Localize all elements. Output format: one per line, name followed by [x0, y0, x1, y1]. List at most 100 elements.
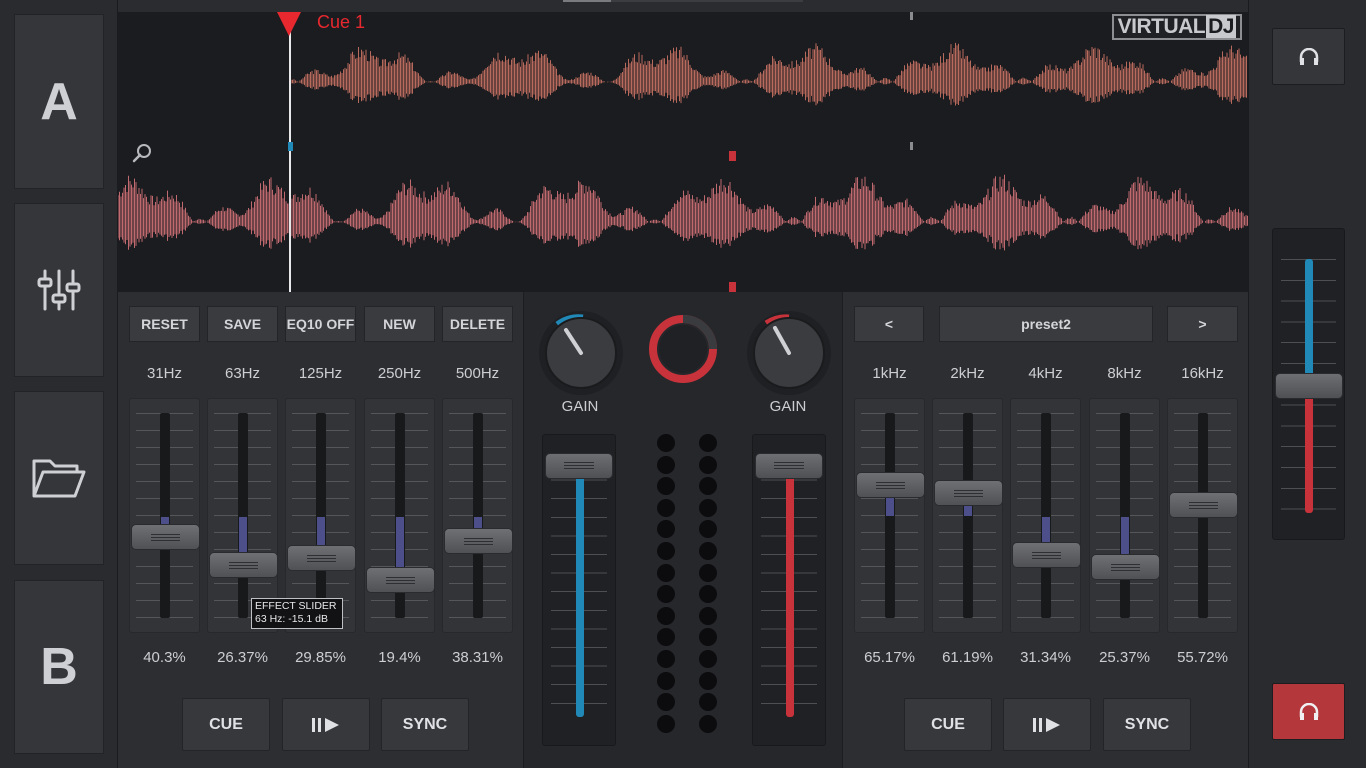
- vu-led: [699, 628, 717, 647]
- left-volume-fader[interactable]: [542, 434, 616, 746]
- vu-led: [657, 542, 675, 560]
- left-play-pause-button[interactable]: [282, 698, 370, 751]
- eq-eq10-off-button[interactable]: EQ10 OFF: [285, 306, 356, 342]
- slider-rail: [473, 413, 483, 618]
- cue-marker-icon[interactable]: [277, 12, 301, 36]
- eq-band-slider[interactable]: [1089, 398, 1160, 633]
- browser-button[interactable]: [14, 391, 104, 565]
- waveform-display[interactable]: Cue 1 VIRTUAL DJ: [118, 12, 1248, 292]
- eq-band-value: 55.72%: [1177, 649, 1228, 666]
- deck-a-button[interactable]: A: [14, 14, 104, 189]
- left-volume-knob[interactable]: [545, 453, 613, 479]
- eq-band-slider[interactable]: [1010, 398, 1081, 633]
- slider-knob[interactable]: [444, 527, 513, 554]
- right-sync-button[interactable]: SYNC: [1103, 698, 1191, 751]
- slider-knob[interactable]: [934, 480, 1003, 507]
- right-play-pause-button[interactable]: [1003, 698, 1091, 751]
- slider-knob[interactable]: [856, 472, 925, 499]
- deck-b-waveform: [118, 174, 1248, 251]
- eq-band-label: 500Hz: [455, 365, 500, 382]
- vu-led: [699, 714, 717, 733]
- deck-b-label: B: [40, 638, 78, 696]
- slider-knob[interactable]: [209, 552, 278, 579]
- eq-band-label: 250Hz: [377, 365, 422, 382]
- center-marker-top: [729, 151, 736, 161]
- eq-band-value: 26.37%: [217, 649, 268, 666]
- left-volume-rail: [576, 465, 584, 717]
- center-mixer: GAIN GAIN: [523, 292, 843, 768]
- waveform-canvas[interactable]: [118, 12, 1248, 292]
- eq-band-label: 125Hz: [298, 365, 343, 382]
- play-pause-icon: [1033, 717, 1060, 732]
- deck-a-label: A: [40, 72, 78, 131]
- slider-knob[interactable]: [1091, 554, 1160, 581]
- left-gain-knob[interactable]: [538, 310, 624, 396]
- eq-band-label: 16kHz: [1181, 365, 1224, 382]
- vu-led: [657, 563, 675, 582]
- eq-band-slider[interactable]: [129, 398, 200, 633]
- eq-reset-button[interactable]: RESET: [129, 306, 200, 342]
- eq-band-label: 31Hz: [146, 365, 183, 382]
- crossfader-track[interactable]: [1272, 228, 1345, 540]
- eq-band-value: 25.37%: [1099, 649, 1150, 666]
- eq-band-value: 38.31%: [452, 649, 503, 666]
- eq-band-slider[interactable]: [364, 398, 435, 633]
- preset-name-display[interactable]: preset2: [939, 306, 1153, 342]
- vu-led: [699, 606, 717, 625]
- vu-led: [657, 671, 675, 690]
- crossfader-rail-blue: [1305, 259, 1313, 385]
- preset-prev-button[interactable]: <: [854, 306, 924, 342]
- headphone-cue-b-button[interactable]: [1272, 683, 1345, 740]
- slider-knob[interactable]: [131, 523, 200, 550]
- slider-knob[interactable]: [1169, 491, 1238, 518]
- mixer-view-button[interactable]: [14, 203, 104, 377]
- eq-band-slider[interactable]: [932, 398, 1003, 633]
- slider-knob[interactable]: [366, 566, 435, 593]
- vu-led: [699, 563, 717, 582]
- vu-led: [657, 650, 675, 668]
- eq-band-slider[interactable]: [442, 398, 513, 633]
- crossfader-knob[interactable]: [1275, 373, 1343, 399]
- headphones-icon: [1299, 702, 1318, 720]
- vu-led: [699, 542, 717, 560]
- eq-save-button[interactable]: SAVE: [207, 306, 278, 342]
- eq-band-label: 63Hz: [224, 365, 261, 382]
- right-gain-knob[interactable]: [746, 310, 832, 396]
- right-volume-fader[interactable]: [752, 434, 826, 746]
- deck-b-button[interactable]: B: [14, 580, 104, 754]
- eq-new-button[interactable]: NEW: [364, 306, 435, 342]
- eq-band-slider[interactable]: [854, 398, 925, 633]
- right-cue-button[interactable]: CUE: [904, 698, 992, 751]
- eq-delete-button[interactable]: DELETE: [442, 306, 513, 342]
- vu-led: [699, 455, 717, 474]
- right-volume-knob[interactable]: [755, 453, 823, 479]
- slider-rail: [1041, 413, 1051, 618]
- slider-knob[interactable]: [1012, 542, 1081, 569]
- slider-knob[interactable]: [287, 545, 356, 572]
- magnifier-icon[interactable]: [132, 144, 151, 163]
- vu-led: [699, 585, 717, 604]
- vu-led: [657, 477, 675, 496]
- beat-marker-mid: [910, 142, 913, 150]
- cue-label[interactable]: Cue 1: [317, 12, 365, 33]
- right-gain-label: GAIN: [769, 398, 807, 415]
- preset-next-button[interactable]: >: [1167, 306, 1238, 342]
- center-marker-bottom: [729, 282, 736, 292]
- slider-rail: [1120, 413, 1130, 618]
- crossfader-rail-red: [1305, 385, 1313, 513]
- vu-led: [699, 693, 717, 712]
- headphone-cue-a-button[interactable]: [1272, 28, 1345, 85]
- vu-led: [657, 498, 675, 517]
- folder-open-icon: [32, 459, 86, 498]
- left-cue-button[interactable]: CUE: [182, 698, 270, 751]
- top-scroll-thumb[interactable]: [563, 0, 611, 2]
- beat-marker-top: [910, 12, 913, 20]
- left-sync-button[interactable]: SYNC: [381, 698, 469, 751]
- logo-accent: DJ: [1206, 15, 1236, 38]
- vu-led: [699, 650, 717, 668]
- left-gain-label: GAIN: [561, 398, 599, 415]
- vu-led: [657, 606, 675, 625]
- eq-band-value: 19.4%: [378, 649, 421, 666]
- eq-band-label: 1kHz: [872, 365, 907, 382]
- eq-band-slider[interactable]: [1167, 398, 1238, 633]
